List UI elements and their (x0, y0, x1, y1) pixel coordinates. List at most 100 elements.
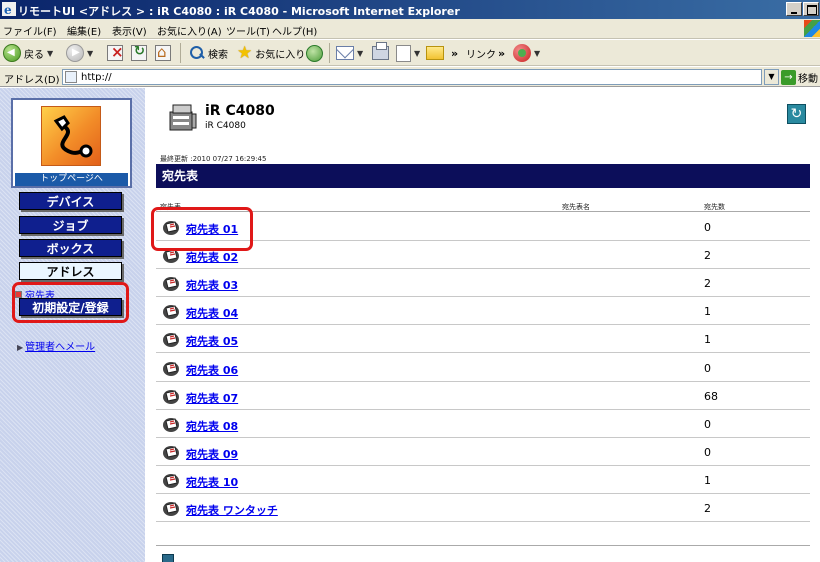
forward-button[interactable]: ▼ (66, 43, 93, 63)
ie-icon: e (2, 2, 16, 16)
links-button[interactable]: リンク (463, 43, 496, 63)
address-book-icon[interactable] (162, 275, 180, 292)
table-row: 宛先表 08 0 (156, 410, 810, 438)
table-row: 宛先表 02 2 (156, 241, 810, 270)
address-book-icon[interactable] (162, 500, 180, 517)
menu-tools[interactable]: ツール(T) (226, 23, 270, 38)
address-book-icon[interactable] (162, 388, 180, 405)
address-bar: アドレス(D) http:// ▼ → 移動 (0, 67, 820, 87)
destination-count: 2 (704, 277, 711, 291)
go-button[interactable]: → 移動 (781, 69, 818, 85)
table-row: 宛先表 06 0 (156, 354, 810, 382)
triangle-right-icon: ▶ (17, 343, 24, 352)
address-dropdown-icon[interactable]: ▼ (764, 69, 779, 85)
table-row: 宛先表 07 68 (156, 382, 810, 410)
search-button[interactable]: 検索 (189, 43, 228, 63)
back-dropdown-icon[interactable]: ▼ (47, 49, 53, 58)
page-icon (65, 71, 77, 83)
destination-count: 1 (704, 333, 711, 347)
sidebar: トップページへ デバイス ジョブ ボックス アドレス 宛先表 初期設定/登録 ▶… (0, 88, 145, 562)
menu-help[interactable]: ヘルプ(H) (272, 23, 317, 38)
svg-text:e: e (4, 3, 12, 16)
address-list-link[interactable]: 宛先表 06 (186, 362, 238, 378)
address-list-link[interactable]: 宛先表 03 (186, 277, 238, 293)
favorites-button[interactable]: ★ お気に入り (237, 43, 305, 63)
menu-bar: ファイル(F) 編集(E) 表示(V) お気に入り(A) ツール(T) ヘルプ(… (0, 19, 820, 39)
forward-dropdown-icon[interactable]: ▼ (87, 49, 93, 58)
printer-icon (169, 104, 197, 131)
mail-dropdown-icon[interactable]: ▼ (357, 49, 363, 58)
table-row: 宛先表 04 1 (156, 297, 810, 326)
star-icon: ★ (237, 43, 253, 63)
go-arrow-icon: → (781, 69, 796, 85)
address-book-icon[interactable] (162, 303, 180, 320)
folder-icon (426, 46, 444, 60)
reload-button[interactable]: ↻ (787, 104, 806, 124)
address-list-link[interactable]: 宛先表 08 (186, 418, 238, 434)
more-chevron[interactable]: » (451, 43, 458, 63)
address-list-link[interactable]: 宛先表 02 (186, 249, 238, 265)
nav-box-button[interactable]: ボックス (19, 239, 122, 257)
admin-mail-link[interactable]: ▶ 管理者へメール (17, 338, 95, 353)
forward-arrow-icon (66, 44, 84, 62)
destination-count: 0 (704, 445, 711, 459)
messenger-dropdown-icon[interactable]: ▼ (534, 49, 540, 58)
address-book-icon[interactable] (162, 360, 180, 377)
destination-count: 68 (704, 389, 718, 403)
destination-count: 1 (704, 305, 711, 319)
remote-ui-logo[interactable]: トップページへ (11, 98, 132, 188)
address-url[interactable]: http:// (81, 72, 112, 83)
address-input[interactable]: http:// (62, 69, 762, 85)
folder-button[interactable] (426, 43, 444, 63)
address-list-link[interactable]: 宛先表 ワンタッチ (186, 502, 278, 518)
address-list-link[interactable]: 宛先表 04 (186, 305, 238, 321)
column-header-name: 宛先表名 (562, 203, 590, 211)
home-icon (155, 43, 171, 61)
address-list-link[interactable]: 宛先表 10 (186, 474, 238, 490)
divider (156, 545, 810, 546)
destination-count: 2 (704, 502, 711, 515)
nav-address-button[interactable]: アドレス (19, 262, 122, 280)
address-book-icon[interactable] (162, 472, 180, 489)
stop-icon (107, 43, 124, 61)
menu-file[interactable]: ファイル(F) (3, 23, 57, 38)
address-list-link[interactable]: 宛先表 07 (186, 390, 238, 406)
nav-job-button[interactable]: ジョブ (19, 216, 122, 234)
menu-edit[interactable]: 編集(E) (67, 23, 101, 38)
print-button[interactable] (372, 42, 389, 63)
table-row: 宛先表 01 0 (156, 213, 810, 241)
top-page-link[interactable]: トップページへ (15, 173, 128, 186)
refresh-icon: ↻ (790, 106, 803, 122)
main-content: iR C4080 iR C4080 ↻ 最終更新 :2010 07/27 16:… (150, 88, 820, 562)
device-model: iR C4080 (205, 121, 246, 131)
edit-dropdown-icon[interactable]: ▼ (414, 49, 420, 58)
maximize-button[interactable] (803, 2, 819, 16)
address-book-icon[interactable] (162, 444, 180, 461)
chevron-right-icon: » (498, 46, 506, 60)
links-label: リンク (466, 49, 496, 61)
history-button[interactable] (306, 43, 323, 63)
address-book-icon[interactable] (162, 331, 180, 348)
mail-button[interactable]: ▼ (336, 43, 363, 63)
links-chevron[interactable]: » (498, 43, 505, 63)
toolbar-separator (180, 43, 181, 63)
menu-view[interactable]: 表示(V) (112, 23, 147, 38)
home-button[interactable] (155, 43, 171, 63)
address-list-link[interactable]: 宛先表 09 (186, 446, 238, 462)
window-titlebar: e リモートUI <アドレス > : iR C4080 : iR C4080 -… (0, 0, 820, 19)
highlight-box (151, 207, 253, 251)
back-button[interactable]: 戻る ▼ (3, 43, 53, 63)
stop-button[interactable] (107, 43, 124, 63)
menu-favorites[interactable]: お気に入り(A) (157, 23, 222, 38)
messenger-button[interactable]: ▼ (513, 43, 540, 63)
device-name: iR C4080 (205, 103, 275, 119)
admin-mail-label: 管理者へメール (25, 342, 96, 353)
refresh-button[interactable] (131, 43, 147, 63)
address-book-icon[interactable] (162, 416, 180, 433)
minimize-button[interactable] (786, 2, 802, 16)
page-icon (396, 44, 411, 62)
nav-device-button[interactable]: デバイス (19, 192, 122, 210)
address-list-link[interactable]: 宛先表 05 (186, 333, 238, 349)
edit-button[interactable]: ▼ (396, 43, 420, 63)
history-icon (306, 44, 323, 62)
